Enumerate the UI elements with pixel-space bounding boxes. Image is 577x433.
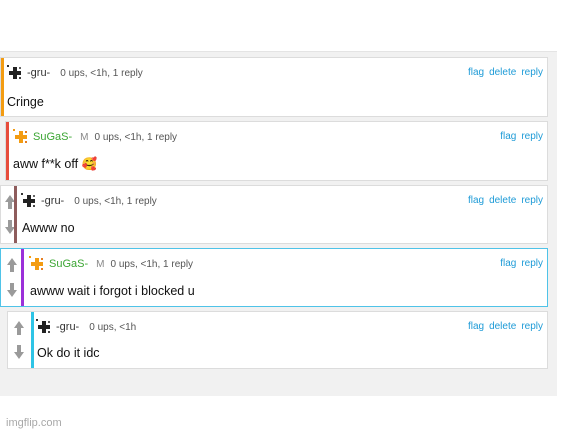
- username[interactable]: -gru-: [56, 321, 79, 333]
- reply-link[interactable]: reply: [521, 195, 543, 206]
- thread-color-bar: [21, 249, 24, 306]
- comment-meta: 0 ups, <1h: [89, 321, 137, 333]
- comment-5: -gru- 0 ups, <1h flag delete reply Ok do…: [7, 311, 548, 369]
- reply-link[interactable]: reply: [521, 131, 543, 142]
- comment-2: SuGaS- M 0 ups, <1h, 1 reply flag reply …: [5, 121, 548, 181]
- reply-link[interactable]: reply: [521, 258, 543, 269]
- pixel-avatar-icon[interactable]: [29, 256, 45, 272]
- downvote-arrow-icon[interactable]: [6, 282, 18, 298]
- username[interactable]: -gru-: [27, 67, 50, 79]
- flag-link[interactable]: flag: [468, 321, 484, 332]
- thread-color-bar: [14, 186, 17, 243]
- flag-link[interactable]: flag: [468, 67, 484, 78]
- vote-column: [10, 312, 28, 368]
- comment-meta: 0 ups, <1h, 1 reply: [74, 195, 157, 207]
- username[interactable]: SuGaS-: [49, 258, 88, 270]
- comment-meta: 0 ups, <1h, 1 reply: [94, 131, 178, 143]
- upvote-arrow-icon[interactable]: [6, 257, 18, 273]
- downvote-arrow-icon[interactable]: [13, 344, 25, 360]
- comment-meta: 0 ups, <1h, 1 reply: [110, 258, 194, 270]
- delete-link[interactable]: delete: [489, 195, 516, 206]
- comment-text: awww wait i forgot i blocked u: [30, 284, 195, 298]
- comment-meta: 0 ups, <1h, 1 reply: [60, 67, 143, 79]
- vote-column: [3, 249, 21, 306]
- comment-text: Ok do it idc: [37, 346, 100, 360]
- comment-1: -gru- 0 ups, <1h, 1 reply flag delete re…: [0, 57, 548, 117]
- comment-text: Cringe: [7, 95, 44, 109]
- flag-link[interactable]: flag: [468, 195, 484, 206]
- thread-color-bar: [6, 122, 9, 180]
- upvote-arrow-icon[interactable]: [13, 320, 25, 336]
- delete-link[interactable]: delete: [489, 321, 516, 332]
- comment-text: aww f**k off 🥰: [13, 157, 98, 171]
- flag-link[interactable]: flag: [500, 258, 516, 269]
- pixel-avatar-icon[interactable]: [13, 129, 29, 145]
- comment-4: SuGaS- M 0 ups, <1h, 1 reply flag reply …: [0, 248, 548, 307]
- flag-link[interactable]: flag: [500, 131, 516, 142]
- reply-link[interactable]: reply: [521, 67, 543, 78]
- meme-comments-screenshot: -gru- 0 ups, <1h, 1 reply flag delete re…: [0, 0, 577, 433]
- username[interactable]: -gru-: [41, 195, 64, 207]
- pixel-avatar-icon[interactable]: [36, 319, 52, 335]
- thread-color-bar: [31, 312, 34, 368]
- pixel-avatar-icon[interactable]: [7, 65, 23, 81]
- reply-link[interactable]: reply: [521, 321, 543, 332]
- pixel-avatar-icon[interactable]: [21, 193, 37, 209]
- username[interactable]: SuGaS-: [33, 131, 72, 143]
- mod-badge: M: [96, 258, 105, 270]
- delete-link[interactable]: delete: [489, 67, 516, 78]
- mod-badge: M: [80, 131, 89, 143]
- thread-color-bar: [1, 58, 4, 116]
- imgflip-watermark: imgflip.com: [6, 417, 62, 429]
- comment-text: Awww no: [22, 221, 75, 235]
- comment-3: -gru- 0 ups, <1h, 1 reply flag delete re…: [0, 185, 548, 244]
